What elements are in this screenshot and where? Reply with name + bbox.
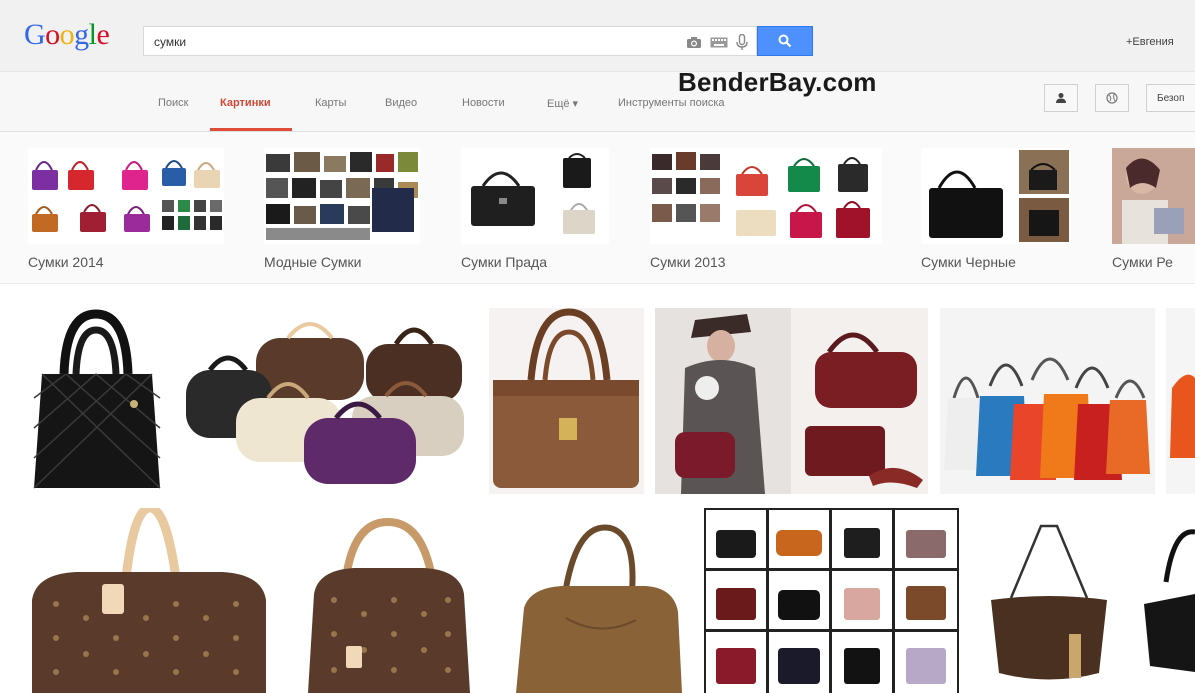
image-result[interactable]	[1140, 508, 1195, 693]
tab-images[interactable]: Картинки	[220, 97, 271, 109]
tab-video[interactable]: Видео	[385, 97, 417, 109]
logo-letter: o	[59, 18, 75, 51]
related-search-label: Сумки Черные	[921, 254, 1016, 270]
person-icon	[1055, 92, 1067, 104]
bag-group-image	[186, 322, 464, 484]
image-result[interactable]	[1166, 308, 1195, 494]
monogram-tote-image	[308, 517, 470, 693]
model-with-bags-image	[655, 308, 928, 494]
related-search-item[interactable]: Сумки Черные	[921, 148, 1071, 270]
related-search-label: Сумки Прада	[461, 254, 548, 270]
related-search-label: Сумки Ре	[1112, 254, 1173, 270]
tab-search[interactable]: Поиск	[158, 97, 188, 109]
bag-image	[489, 308, 644, 494]
search-button[interactable]	[757, 26, 813, 56]
bag-collage-image	[266, 152, 418, 240]
monogram-duffel-image	[32, 508, 266, 693]
image-result[interactable]	[26, 508, 272, 693]
keyboard-icon[interactable]	[710, 37, 728, 48]
bag-image	[1144, 529, 1195, 672]
microphone-icon[interactable]	[736, 33, 748, 51]
tab-more[interactable]: Ещё ▾	[547, 97, 578, 110]
related-search-item[interactable]: Модные Сумки	[264, 148, 420, 270]
image-result[interactable]	[704, 508, 959, 693]
image-result[interactable]	[655, 308, 928, 494]
search-icon	[778, 34, 792, 48]
related-thumbnail	[461, 148, 609, 244]
related-searches: Сумки 2014 Модные Сумки Сумки Прада Сумк…	[0, 132, 1195, 284]
active-tab-indicator	[210, 128, 292, 131]
bag-image	[471, 153, 595, 234]
related-thumbnail	[28, 148, 224, 244]
related-thumbnail	[650, 148, 882, 244]
tab-news[interactable]: Новости	[462, 97, 505, 109]
bag-group-image	[940, 308, 1155, 494]
bag-image	[32, 160, 222, 232]
related-search-item[interactable]: Сумки Прада	[461, 148, 609, 270]
personal-results-button[interactable]	[1044, 84, 1078, 112]
image-result[interactable]	[971, 508, 1128, 693]
tab-search-tools[interactable]: Инструменты поиска	[618, 97, 725, 109]
logo-letter: o	[45, 18, 60, 51]
header: Google +Евгения	[0, 0, 1195, 72]
logo-letter: G	[24, 18, 46, 51]
related-search-label: Модные Сумки	[264, 254, 362, 270]
bag-image	[1166, 308, 1195, 494]
globe-icon	[1106, 92, 1118, 104]
bag-image	[33, 309, 161, 489]
related-thumbnail	[921, 148, 1071, 244]
related-search-item[interactable]: Сумки 2013	[650, 148, 882, 270]
related-search-item[interactable]: Сумки 2014	[28, 148, 224, 270]
camera-icon[interactable]	[686, 36, 702, 49]
image-result[interactable]	[489, 308, 644, 494]
related-thumbnail	[1112, 148, 1195, 244]
bag-image	[516, 524, 682, 693]
search-tools	[686, 33, 748, 51]
image-result[interactable]	[284, 508, 494, 693]
logo-letter: e	[96, 18, 110, 51]
image-result[interactable]	[940, 308, 1155, 494]
google-logo[interactable]: Google	[24, 18, 110, 52]
hide-personal-results-button[interactable]	[1095, 84, 1129, 112]
related-search-label: Сумки 2013	[650, 254, 726, 270]
logo-letter: g	[74, 18, 89, 51]
tab-maps[interactable]: Карты	[315, 97, 346, 109]
related-search-label: Сумки 2014	[28, 254, 104, 270]
image-result[interactable]	[506, 508, 692, 693]
image-result[interactable]	[26, 308, 168, 494]
model-with-bag-image	[1112, 148, 1195, 244]
watermark-text: BenderBay.com	[678, 67, 877, 97]
bag-image	[991, 524, 1107, 680]
related-thumbnail	[264, 148, 420, 244]
related-search-item[interactable]: Сумки Ре	[1112, 148, 1195, 270]
bag-image	[929, 150, 1069, 242]
image-result[interactable]	[180, 308, 478, 494]
bag-catalog-image	[704, 508, 959, 693]
search-tabs: Поиск Картинки Карты Видео Новости Ещё ▾…	[0, 72, 1195, 132]
search-box[interactable]	[143, 26, 757, 56]
search-input[interactable]	[154, 33, 654, 51]
safe-search-button[interactable]: Безоп	[1146, 84, 1195, 112]
user-profile-link[interactable]: +Евгения	[1126, 36, 1174, 48]
logo-letter: l	[88, 18, 97, 51]
bag-collage-image	[652, 152, 870, 238]
image-results-grid	[0, 284, 1195, 693]
